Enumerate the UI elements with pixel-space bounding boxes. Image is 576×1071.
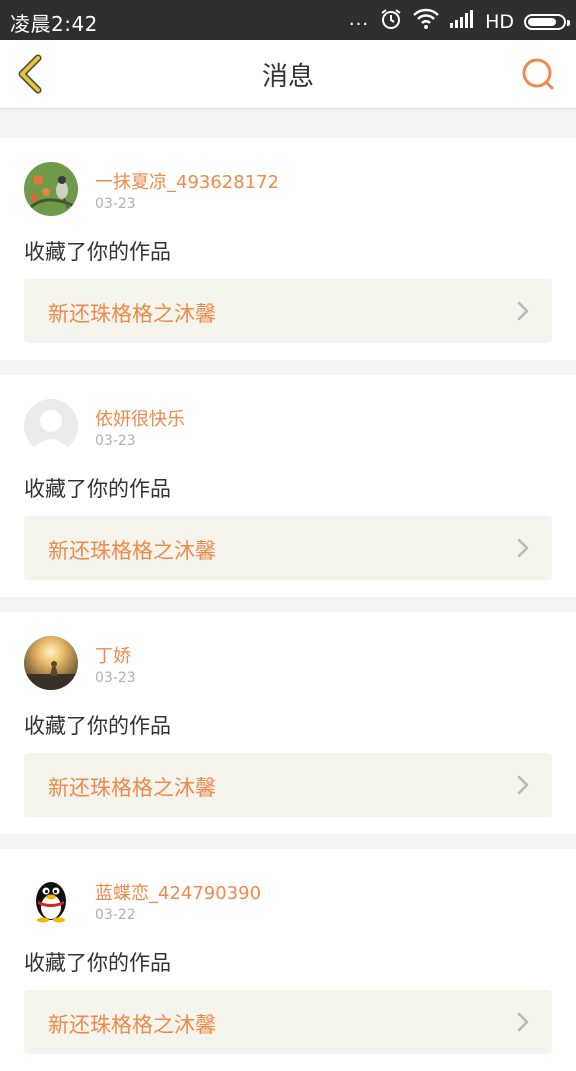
avatar[interactable] — [24, 399, 78, 453]
status-icons: ... HD — [348, 7, 570, 36]
page-title: 消息 — [261, 62, 314, 92]
action-text: 收藏了你的作品 — [24, 714, 171, 738]
alarm-icon — [379, 7, 403, 36]
action-text: 收藏了你的作品 — [24, 240, 171, 264]
message-card: 丁娇 03-23 收藏了你的作品 新还珠格格之沐馨 — [0, 612, 576, 834]
work-title: 新还珠格格之沐馨 — [48, 1013, 216, 1037]
network-type: HD — [485, 10, 514, 33]
chevron-right-icon — [517, 538, 529, 558]
work-link[interactable]: 新还珠格格之沐馨 — [24, 753, 552, 817]
message-date: 03-23 — [95, 433, 136, 449]
work-link[interactable]: 新还珠格格之沐馨 — [24, 990, 552, 1054]
sunset-photo-avatar — [24, 636, 78, 690]
work-link[interactable]: 新还珠格格之沐馨 — [24, 516, 552, 580]
avatar[interactable] — [24, 873, 78, 927]
action-text: 收藏了你的作品 — [24, 951, 171, 975]
message-date: 03-23 — [95, 196, 136, 212]
wifi-icon — [413, 8, 439, 35]
work-title: 新还珠格格之沐馨 — [48, 302, 216, 326]
username[interactable]: 依妍很快乐 — [95, 405, 185, 431]
action-text: 收藏了你的作品 — [24, 477, 171, 501]
chevron-right-icon — [517, 775, 529, 795]
work-link[interactable]: 新还珠格格之沐馨 — [24, 279, 552, 343]
chevron-right-icon — [517, 301, 529, 321]
chevron-right-icon — [517, 1012, 529, 1032]
message-card: 依妍很快乐 03-23 收藏了你的作品 新还珠格格之沐馨 — [0, 375, 576, 597]
status-bar: 凌晨2:42 ... HD — [0, 0, 576, 40]
signal-icon — [449, 9, 475, 34]
avatar[interactable] — [24, 162, 78, 216]
notification-dots: ... — [348, 9, 370, 30]
message-card: 一抹夏凉_493628172 03-23 收藏了你的作品 新还珠格格之沐馨 — [0, 138, 576, 360]
avatar[interactable] — [24, 636, 78, 690]
message-card: 蓝蝶恋_424790390 03-22 收藏了你的作品 新还珠格格之沐馨 — [0, 849, 576, 1071]
work-title: 新还珠格格之沐馨 — [48, 539, 216, 563]
search-icon — [522, 58, 554, 90]
message-date: 03-23 — [95, 670, 136, 686]
username[interactable]: 丁娇 — [95, 642, 131, 668]
username[interactable]: 一抹夏凉_493628172 — [95, 168, 279, 194]
bird-photo-avatar — [24, 162, 78, 216]
battery-icon — [524, 13, 570, 30]
default-avatar — [24, 399, 78, 453]
status-time: 凌晨2:42 — [10, 12, 98, 36]
username[interactable]: 蓝蝶恋_424790390 — [95, 879, 261, 905]
message-date: 03-22 — [95, 907, 136, 923]
work-title: 新还珠格格之沐馨 — [48, 776, 216, 800]
search-button[interactable] — [518, 54, 558, 94]
message-list: 一抹夏凉_493628172 03-23 收藏了你的作品 新还珠格格之沐馨 依妍… — [0, 123, 576, 1071]
nav-bar: 消息 — [0, 40, 576, 109]
penguin-avatar — [24, 873, 78, 927]
